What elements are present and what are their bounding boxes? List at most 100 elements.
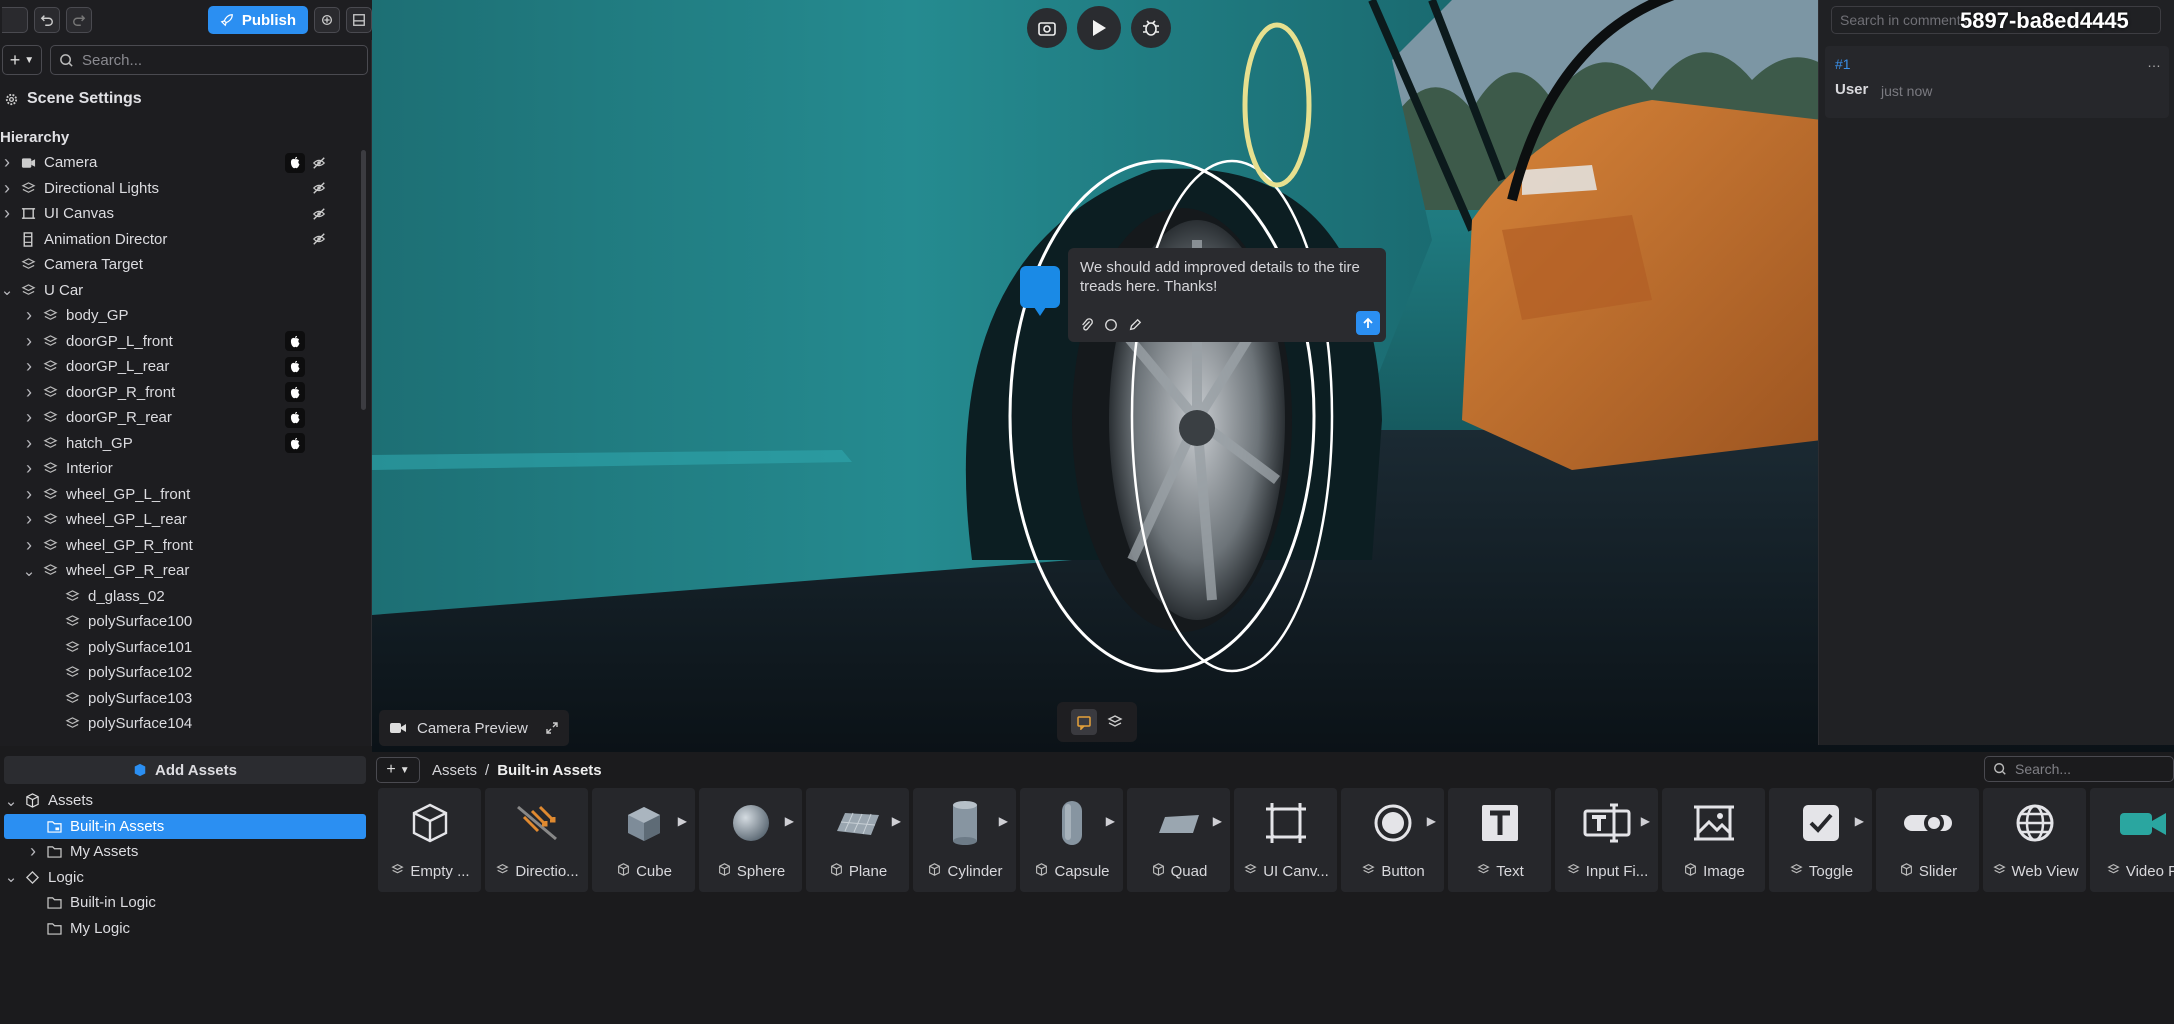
chevron-right-icon[interactable]: › — [22, 484, 36, 505]
asset-card[interactable]: Video P — [2090, 788, 2174, 892]
hierarchy-item[interactable]: › Interior — [0, 456, 372, 482]
hierarchy-item[interactable]: Camera Target — [0, 252, 372, 278]
eye-off-icon[interactable] — [310, 205, 328, 223]
comment-mode-button[interactable] — [1071, 709, 1097, 735]
asset-tree-item[interactable]: ⌄ Logic — [0, 865, 372, 891]
expand-arrow-icon[interactable]: ▶ — [678, 814, 687, 828]
asset-tree-item[interactable]: › My Assets — [0, 839, 372, 865]
hierarchy-item[interactable]: › hatch_GP — [0, 431, 372, 457]
expand-arrow-icon[interactable]: ▶ — [1855, 814, 1864, 828]
asset-card[interactable]: ▶ Cylinder — [913, 788, 1016, 892]
hierarchy-item[interactable]: d_glass_02 — [0, 584, 372, 610]
comment-card[interactable]: #1 User just now … — [1825, 46, 2169, 118]
hierarchy-item[interactable]: ⌄ wheel_GP_R_rear — [0, 558, 372, 584]
hierarchy-item[interactable]: ⌄ U Car — [0, 278, 372, 304]
expand-arrow-icon[interactable]: ▶ — [1213, 814, 1222, 828]
hierarchy-item[interactable]: › UI Canvas — [0, 201, 372, 227]
hierarchy-item[interactable]: › doorGP_R_front — [0, 380, 372, 406]
hierarchy-item[interactable]: polySurface101 — [0, 635, 372, 661]
hierarchy-item[interactable]: polySurface103 — [0, 686, 372, 712]
chevron-right-icon[interactable]: › — [0, 178, 14, 199]
undo-button[interactable] — [34, 7, 60, 33]
paperclip-icon[interactable] — [1080, 318, 1094, 332]
chevron-right-icon[interactable]: › — [26, 841, 40, 862]
hierarchy-item[interactable]: polySurface104 — [0, 711, 372, 737]
expand-arrow-icon[interactable]: ▶ — [785, 814, 794, 828]
expand-arrow-icon[interactable]: ▶ — [1106, 814, 1115, 828]
expand-arrow-icon[interactable]: ▶ — [1641, 814, 1650, 828]
chevron-right-icon[interactable]: › — [22, 356, 36, 377]
assets-search-input[interactable]: Search... — [1984, 756, 2174, 782]
hierarchy-item[interactable]: Animation Director — [0, 227, 372, 253]
layers-icon[interactable] — [1107, 714, 1123, 730]
apple-icon[interactable] — [285, 407, 305, 428]
apple-icon[interactable] — [285, 356, 305, 377]
asset-tree-item[interactable]: Built-in Logic — [0, 890, 372, 916]
comment-pin[interactable] — [1020, 266, 1060, 316]
chevron-right-icon[interactable]: › — [22, 433, 36, 454]
menu-button[interactable] — [2, 7, 28, 33]
asset-card[interactable]: ▶ Button — [1341, 788, 1444, 892]
hierarchy-item[interactable]: › body_GP — [0, 303, 372, 329]
hierarchy-item[interactable]: › doorGP_L_rear — [0, 354, 372, 380]
hierarchy-search-input[interactable]: Search... — [50, 45, 368, 75]
chevron-right-icon[interactable]: › — [0, 203, 14, 224]
hierarchy-item[interactable]: › doorGP_R_rear — [0, 405, 372, 431]
chevron-right-icon[interactable]: › — [22, 331, 36, 352]
chevron-right-icon[interactable]: › — [22, 305, 36, 326]
asset-card[interactable]: ▶ Input Fi... — [1555, 788, 1658, 892]
chevron-right-icon[interactable]: › — [0, 152, 14, 173]
publish-button[interactable]: Publish — [207, 6, 308, 34]
chevron-right-icon[interactable]: › — [22, 509, 36, 530]
asset-card[interactable]: UI Canv... — [1234, 788, 1337, 892]
expand-arrow-icon[interactable]: ▶ — [999, 814, 1008, 828]
asset-tree-item[interactable]: My Logic — [0, 916, 372, 942]
chevron-down-icon[interactable]: ⌄ — [0, 281, 14, 299]
share-button[interactable] — [314, 7, 340, 33]
scene-settings-button[interactable]: Scene Settings — [4, 90, 142, 108]
more-icon[interactable]: … — [2147, 54, 2161, 70]
asset-card[interactable]: ▶ Plane — [806, 788, 909, 892]
hierarchy-item[interactable]: › wheel_GP_L_rear — [0, 507, 372, 533]
breadcrumb-root[interactable]: Assets — [432, 762, 477, 779]
chevron-down-icon[interactable]: ⌄ — [4, 792, 18, 810]
asset-card[interactable]: ▶ Toggle — [1769, 788, 1872, 892]
circle-draw-icon[interactable] — [1104, 318, 1118, 332]
apple-icon[interactable] — [285, 433, 305, 454]
debug-button[interactable] — [1131, 8, 1171, 48]
apple-icon[interactable] — [285, 331, 305, 352]
chevron-right-icon[interactable]: › — [22, 382, 36, 403]
asset-card[interactable]: Directio... — [485, 788, 588, 892]
expand-arrow-icon[interactable]: ▶ — [1427, 814, 1436, 828]
chevron-right-icon[interactable]: › — [22, 535, 36, 556]
hierarchy-scrollbar[interactable] — [361, 150, 366, 410]
asset-card[interactable]: ▶ Sphere — [699, 788, 802, 892]
add-object-dropdown[interactable]: + ▼ — [2, 45, 42, 75]
apple-icon[interactable] — [285, 382, 305, 403]
layout-button[interactable] — [346, 7, 372, 33]
asset-card[interactable]: ▶ Cube — [592, 788, 695, 892]
camera-preview-button[interactable]: Camera Preview — [379, 710, 569, 746]
chevron-right-icon[interactable]: › — [22, 407, 36, 428]
add-assets-button[interactable]: Add Assets — [4, 756, 366, 784]
chevron-right-icon[interactable]: › — [22, 458, 36, 479]
send-comment-button[interactable] — [1356, 311, 1380, 335]
expand-icon[interactable] — [546, 722, 558, 734]
asset-card[interactable]: ▶ Capsule — [1020, 788, 1123, 892]
hierarchy-item[interactable]: polySurface102 — [0, 660, 372, 686]
hierarchy-item[interactable]: › Directional Lights — [0, 176, 372, 202]
asset-card[interactable]: Empty ... — [378, 788, 481, 892]
apple-icon[interactable] — [285, 152, 305, 173]
pencil-icon[interactable] — [1128, 318, 1142, 332]
hierarchy-item[interactable]: polySurface100 — [0, 609, 372, 635]
eye-off-icon[interactable] — [310, 179, 328, 197]
eye-off-icon[interactable] — [310, 154, 328, 172]
asset-card[interactable]: Image — [1662, 788, 1765, 892]
assets-add-dropdown[interactable]: + ▼ — [376, 757, 420, 783]
redo-button[interactable] — [66, 7, 92, 33]
asset-tree-item[interactable]: ⌄ Assets — [0, 788, 372, 814]
chevron-down-icon[interactable]: ⌄ — [4, 868, 18, 886]
hierarchy-item[interactable]: › wheel_GP_L_front — [0, 482, 372, 508]
asset-tree-item[interactable]: Built-in Assets — [4, 813, 366, 839]
hierarchy-item[interactable]: › doorGP_L_front — [0, 329, 372, 355]
